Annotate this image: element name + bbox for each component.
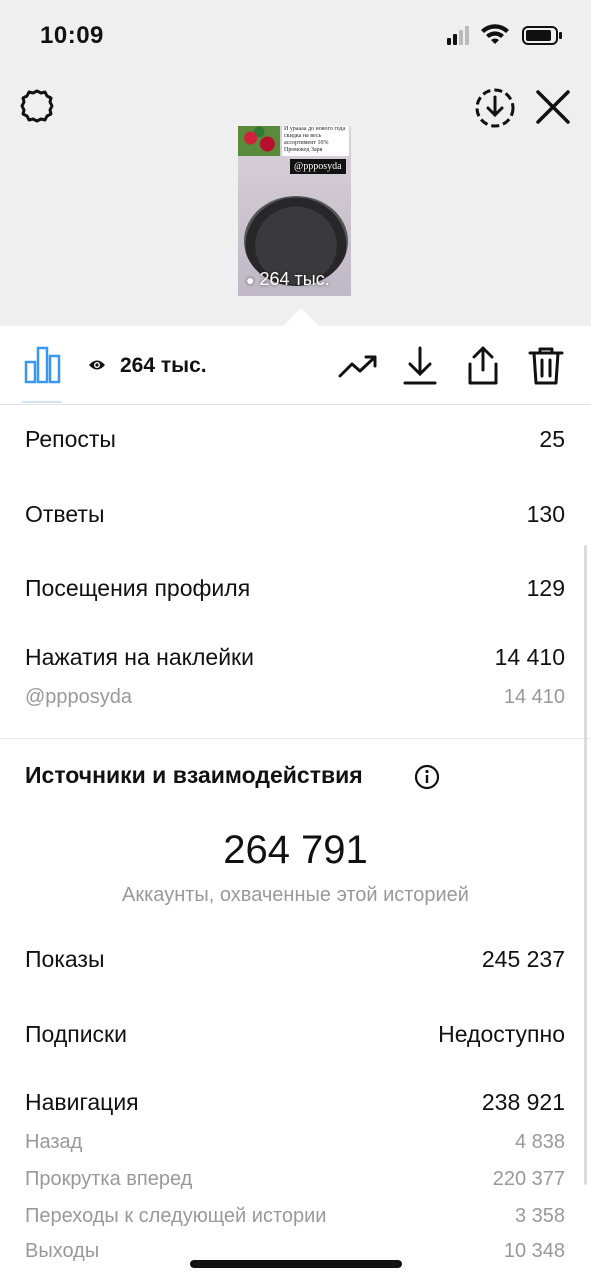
trash-icon[interactable] (528, 346, 564, 391)
nav-value: 220 377 (492, 1168, 565, 1190)
metric-row-navigation: Навигация 238 921 (25, 1089, 565, 1116)
metric-value: 245 237 (481, 946, 565, 972)
sticker-detail-value: 14 410 (503, 686, 565, 708)
thumbnail-pointer (283, 308, 319, 326)
sticker-detail-label: @ppposyda (25, 686, 133, 708)
metric-label: Показы (25, 946, 105, 972)
wifi-icon (481, 24, 509, 44)
story-views-count: 264 тыс. (259, 269, 330, 289)
nav-label: Переходы к следующей истории (25, 1205, 327, 1227)
insights-toolbar: 264 тыс. (0, 326, 591, 405)
metric-row-sticker-taps: Нажатия на наклейки 14 410 (25, 644, 565, 671)
share-icon[interactable] (464, 346, 502, 391)
views-count: 264 тыс. (120, 354, 207, 377)
signal-icon (447, 26, 469, 45)
nav-row-forward: Прокрутка вперед 220 377 (25, 1168, 565, 1191)
metric-value: 238 921 (481, 1089, 565, 1115)
sticker-detail-row: @ppposyda 14 410 (25, 686, 565, 709)
story-thumbnail[interactable]: И ураааа до нового года скидка на весь а… (238, 126, 351, 296)
metric-value: 14 410 (494, 644, 565, 670)
nav-value: 3 358 (514, 1205, 565, 1227)
story-flowers-image (238, 126, 280, 156)
nav-row-back: Назад 4 838 (25, 1131, 565, 1154)
metric-label: Репосты (25, 426, 116, 452)
gear-icon[interactable] (18, 88, 56, 131)
status-icons (447, 24, 567, 50)
section-title: Источники и взаимодействия (25, 762, 363, 788)
close-icon[interactable] (534, 88, 572, 131)
bar-chart-icon[interactable] (24, 346, 62, 389)
metric-value: 25 (539, 426, 565, 452)
metric-row-reposts: Репосты 25 (25, 426, 565, 453)
info-icon[interactable] (414, 764, 440, 795)
download-circle-icon[interactable] (474, 87, 516, 134)
metric-label: Ответы (25, 501, 105, 527)
metric-label: Нажатия на наклейки (25, 644, 254, 670)
promote-trend-icon[interactable] (338, 354, 378, 383)
metric-row-impressions: Показы 245 237 (25, 946, 565, 973)
metric-row-profile-visits: Посещения профиля 129 (25, 575, 565, 602)
nav-value: 10 348 (503, 1240, 565, 1262)
active-tab-indicator (22, 401, 62, 403)
status-time: 10:09 (40, 22, 104, 49)
battery-icon (522, 26, 562, 45)
metric-value: 129 (526, 575, 565, 601)
eye-icon (88, 358, 106, 377)
metric-label: Подписки (25, 1021, 127, 1047)
metric-row-replies: Ответы 130 (25, 501, 565, 528)
download-icon[interactable] (402, 346, 438, 391)
scrollbar[interactable] (584, 545, 587, 1185)
story-mention-sticker: @ppposyda (290, 159, 346, 174)
story-preview-area: 10:09 И ураааа до нового года скидка на … (0, 0, 591, 326)
story-caption: И ураааа до нового года скидка на весь а… (282, 126, 349, 156)
metric-label: Навигация (25, 1089, 139, 1115)
eye-icon: ● (246, 272, 255, 288)
reach-value: 264 791 (223, 828, 368, 872)
home-indicator[interactable] (190, 1260, 402, 1268)
nav-row-next-story: Переходы к следующей истории 3 358 (25, 1205, 565, 1228)
metric-label: Посещения профиля (25, 575, 251, 601)
story-views-overlay: ● 264 тыс. (246, 269, 330, 290)
status-bar: 10:09 (0, 0, 591, 70)
nav-label: Прокрутка вперед (25, 1168, 193, 1190)
metric-value: Недоступно (438, 1021, 565, 1047)
nav-value: 4 838 (514, 1131, 565, 1153)
metric-value: 130 (526, 501, 565, 527)
metric-row-follows: Подписки Недоступно (25, 1021, 565, 1048)
nav-label: Выходы (25, 1240, 100, 1262)
reach-caption: Аккаунты, охваченные этой историей (122, 884, 469, 906)
section-divider (0, 738, 591, 739)
nav-label: Назад (25, 1131, 83, 1153)
